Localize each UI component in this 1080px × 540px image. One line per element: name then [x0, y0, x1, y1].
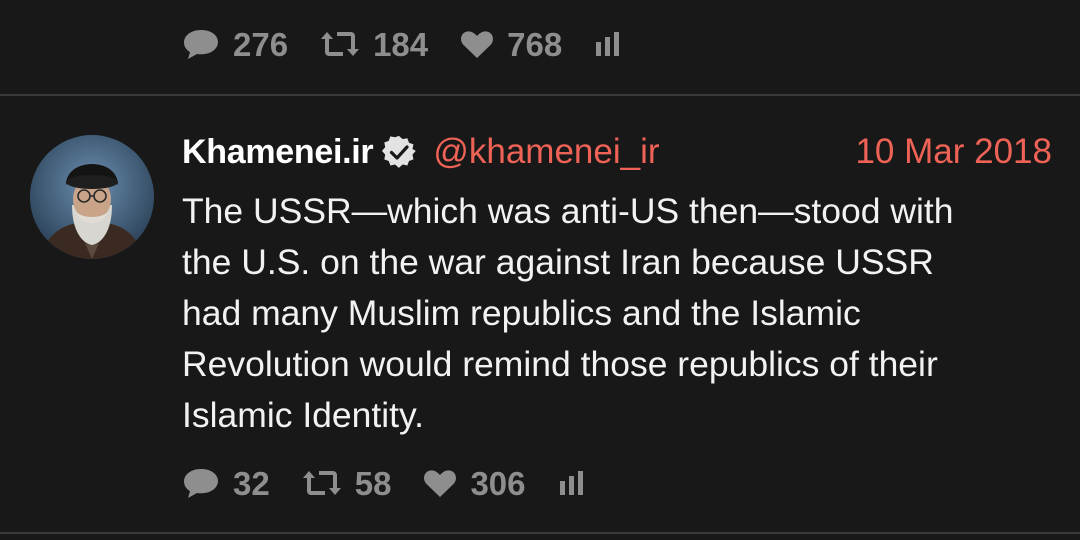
tweet-date[interactable]: 10 Mar 2018 [855, 132, 1052, 172]
display-name[interactable]: Khamenei.ir [182, 133, 374, 172]
user-handle[interactable]: @khamenei_ir [433, 132, 659, 172]
previous-tweet-actions: 276 184 768 [182, 24, 667, 64]
avatar[interactable] [30, 135, 154, 259]
tweet-divider [0, 532, 1080, 534]
retweet-icon [320, 29, 360, 59]
speech-bubble-icon [182, 28, 220, 60]
analytics-action[interactable] [558, 469, 599, 497]
reply-action[interactable]: 276 [182, 28, 288, 61]
retweet-action[interactable]: 184 [320, 28, 428, 61]
tweet-divider [0, 94, 1080, 96]
tweet-actions: 32 58 306 [182, 463, 631, 503]
retweet-icon [302, 468, 342, 498]
speech-bubble-icon [182, 467, 220, 499]
retweet-action[interactable]: 58 [302, 464, 392, 502]
bar-chart-icon [558, 469, 586, 497]
reply-count: 276 [233, 25, 289, 63]
tweet-header: Khamenei.ir @khamenei_ir 10 Mar 2018 [182, 128, 1052, 176]
timeline: 276 184 768 Khamenei.ir @khamenei_ir 10 … [0, 0, 1080, 540]
heart-icon [423, 468, 457, 498]
retweet-count: 58 [354, 464, 392, 502]
retweet-count: 184 [373, 25, 429, 63]
analytics-action[interactable] [594, 30, 635, 58]
like-count: 768 [507, 25, 563, 63]
like-count: 306 [470, 464, 526, 502]
reply-count: 32 [233, 464, 270, 502]
bar-chart-icon [594, 30, 622, 58]
reply-action[interactable]: 32 [182, 467, 270, 500]
like-action[interactable]: 768 [460, 28, 562, 61]
heart-icon [460, 29, 494, 59]
tweet-text: The USSR—which was anti-US then—stood wi… [182, 191, 954, 435]
verified-check-icon [381, 134, 417, 170]
like-action[interactable]: 306 [423, 464, 526, 502]
